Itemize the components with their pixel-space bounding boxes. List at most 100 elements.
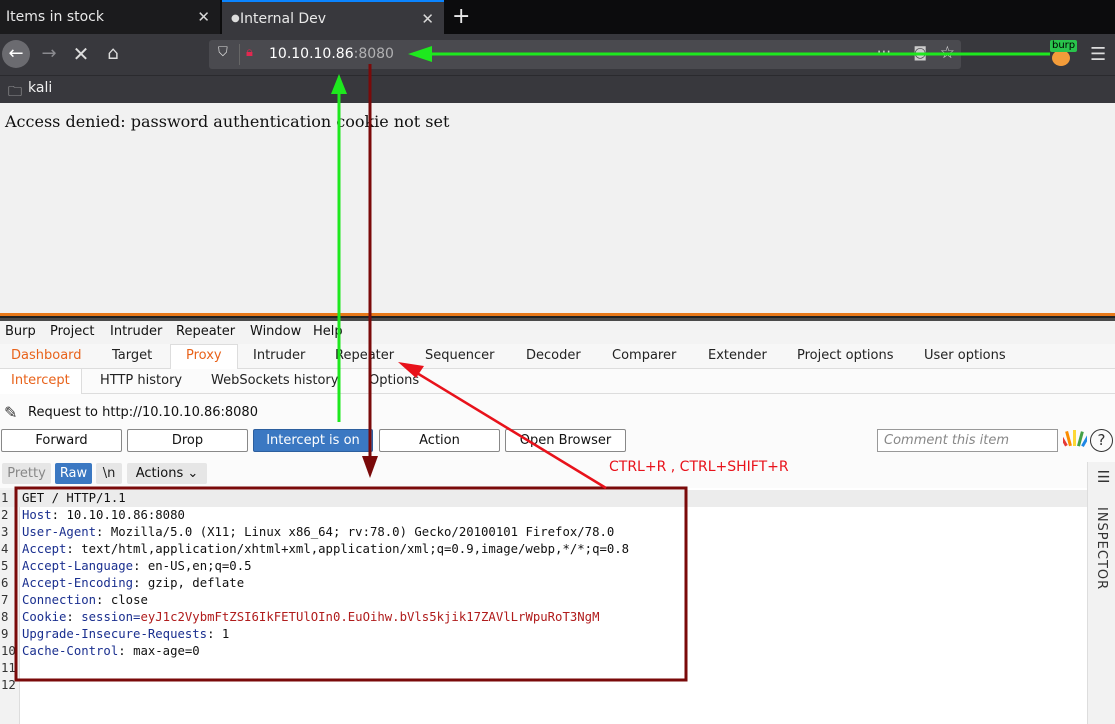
inspector-menu-icon[interactable]: ☰ [1097, 468, 1110, 486]
pocket-icon[interactable]: ◙ [913, 45, 927, 61]
forward-button[interactable]: Forward [1, 429, 122, 452]
menu-repeater[interactable]: Repeater [176, 324, 235, 339]
drop-button[interactable]: Drop [127, 429, 248, 452]
request-line[interactable]: 9 Upgrade-Insecure-Requests: 1 [0, 626, 1087, 643]
menu-intruder[interactable]: Intruder [110, 324, 162, 339]
tab-proxy[interactable]: Proxy [186, 348, 222, 363]
line-number: 5 [1, 559, 9, 573]
forward-arrow-icon[interactable]: → [35, 40, 63, 68]
stop-icon[interactable]: ✕ [67, 40, 95, 68]
header-separator: : [66, 542, 82, 556]
tab-extender[interactable]: Extender [708, 348, 767, 363]
pencil-icon: ✎ [4, 403, 18, 422]
tab-title: Items in stock [6, 9, 104, 25]
line-code: Cookie: session=eyJ1c2VybmFtZSI6IkFETUlO… [22, 609, 599, 626]
tab-user-options[interactable]: User options [924, 348, 1006, 363]
tab-dashboard[interactable]: Dashboard [11, 348, 82, 363]
header-value: GET / HTTP/1.1 [22, 491, 126, 505]
subtab-http-history[interactable]: HTTP history [100, 373, 182, 388]
cookie-value: eyJ1c2VybmFtZSI6IkFETUlOIn0.EuOihw.bVls5… [140, 610, 600, 624]
line-number: 12 [1, 678, 16, 692]
tab-project-options[interactable]: Project options [797, 348, 894, 363]
tab-items-in-stock[interactable]: Items in stock ✕ [0, 0, 220, 34]
page-actions-icon[interactable]: ··· [877, 40, 891, 65]
tab-decoder[interactable]: Decoder [526, 348, 581, 363]
request-line[interactable]: 2 Host: 10.10.10.86:8080 [0, 507, 1087, 524]
header-value: session= [81, 610, 141, 624]
request-line[interactable]: 7 Connection: close [0, 592, 1087, 609]
menu-help[interactable]: Help [313, 324, 343, 339]
request-line[interactable]: 10 Cache-Control: max-age=0 [0, 643, 1087, 660]
tab-repeater[interactable]: Repeater [335, 348, 394, 363]
request-line[interactable]: 11 [0, 660, 1087, 677]
line-code: Accept-Encoding: gzip, deflate [22, 575, 244, 592]
window-divider [0, 313, 1115, 321]
comment-field[interactable]: Comment this item [877, 429, 1058, 452]
inspector-panel[interactable]: ☰ INSPECTOR [1087, 462, 1115, 724]
action-button[interactable]: Action [379, 429, 500, 452]
request-line[interactable]: 8 Cookie: session=eyJ1c2VybmFtZSI6IkFETUl… [0, 609, 1087, 626]
tab-comparer[interactable]: Comparer [612, 348, 676, 363]
bookmarks-bar: 🗀 kali [0, 75, 1115, 103]
header-name: Accept-Language [22, 559, 134, 573]
line-code: Cache-Control: max-age=0 [22, 643, 200, 660]
line-code: User-Agent: Mozilla/5.0 (X11; Linux x86_… [22, 524, 614, 541]
close-icon[interactable]: ✕ [421, 2, 434, 36]
subtab-websockets-history[interactable]: WebSockets history [211, 373, 338, 388]
open-browser-button[interactable]: Open Browser [505, 429, 626, 452]
bookmark-star-icon[interactable]: ☆ [940, 43, 955, 63]
subtab-options[interactable]: Options [369, 373, 419, 388]
tab-internal-dev[interactable]: ● Internal Dev ✕ [222, 0, 444, 34]
home-icon[interactable]: ⌂ [99, 40, 127, 68]
highlight-color-icon[interactable] [1063, 429, 1087, 451]
bookmark-kali[interactable]: kali [28, 80, 52, 96]
request-editor[interactable]: 1 GET / HTTP/1.1 2 Host: 10.10.10.86:8080 3 U… [0, 488, 1087, 724]
burp-extension-icon[interactable]: burp [1048, 40, 1078, 68]
inspector-label[interactable]: INSPECTOR [1094, 507, 1109, 590]
request-line[interactable]: 1 GET / HTTP/1.1 [0, 490, 1087, 507]
close-icon[interactable]: ✕ [197, 0, 210, 34]
url-text[interactable]: 10.10.10.86:8080 [269, 40, 394, 69]
page-content: Access denied: password authentication c… [0, 103, 1115, 313]
tab-sequencer[interactable]: Sequencer [425, 348, 494, 363]
menu-icon[interactable]: ☰ [1090, 44, 1106, 65]
request-to-label: Request to http://10.10.10.86:8080 [28, 405, 258, 420]
header-name: Cookie [22, 610, 67, 624]
pretty-button[interactable]: Pretty [2, 463, 51, 484]
url-port: :8080 [353, 46, 394, 62]
intercept-toggle-button[interactable]: Intercept is on [253, 429, 373, 452]
tab-intruder[interactable]: Intruder [253, 348, 305, 363]
insecure-lock-icon[interactable]: 🔒︎ [246, 45, 253, 60]
header-name: Upgrade-Insecure-Requests [22, 627, 208, 641]
line-number: 1 [1, 491, 9, 505]
actions-dropdown[interactable]: Actions ⌄ [127, 463, 207, 484]
shortcut-hint: CTRL+R , CTRL+SHIFT+R [609, 459, 789, 475]
header-value: en-US,en;q=0.5 [147, 559, 252, 573]
menu-window[interactable]: Window [250, 324, 301, 339]
subtab-intercept[interactable]: Intercept [11, 373, 70, 388]
newline-toggle-button[interactable]: \n [96, 463, 122, 484]
new-tab-icon[interactable]: + [452, 2, 470, 32]
help-icon[interactable]: ? [1090, 429, 1113, 452]
tab-bar: Items in stock ✕ ● Internal Dev ✕ + [0, 0, 1115, 34]
shield-icon[interactable]: ⛉ [218, 45, 228, 60]
line-number: 10 [1, 644, 16, 658]
folder-icon: 🗀 [8, 84, 22, 100]
raw-button[interactable]: Raw [55, 463, 92, 484]
request-line[interactable]: 6 Accept-Encoding: gzip, deflate [0, 575, 1087, 592]
back-arrow-icon[interactable]: ← [2, 40, 30, 68]
loading-dot-icon: ● [231, 13, 240, 24]
request-line[interactable]: 5 Accept-Language: en-US,en;q=0.5 [0, 558, 1087, 575]
menu-burp[interactable]: Burp [5, 324, 36, 339]
request-line[interactable]: 3 User-Agent: Mozilla/5.0 (X11; Linux x86… [0, 524, 1087, 541]
url-bar[interactable]: ⛉ 🔒︎ 10.10.10.86:8080 ··· ◙ ☆ [209, 40, 961, 69]
request-line[interactable]: 12 [0, 677, 1087, 694]
header-name: User-Agent [22, 525, 97, 539]
menu-project[interactable]: Project [50, 324, 94, 339]
proxy-subtabs: Intercept HTTP history WebSockets histor… [0, 369, 1115, 394]
tab-target[interactable]: Target [112, 348, 152, 363]
request-line[interactable]: 4 Accept: text/html,application/xhtml+xml… [0, 541, 1087, 558]
line-code: Accept: text/html,application/xhtml+xml,… [22, 541, 629, 558]
header-separator: : [51, 508, 67, 522]
header-separator: : [66, 610, 82, 624]
